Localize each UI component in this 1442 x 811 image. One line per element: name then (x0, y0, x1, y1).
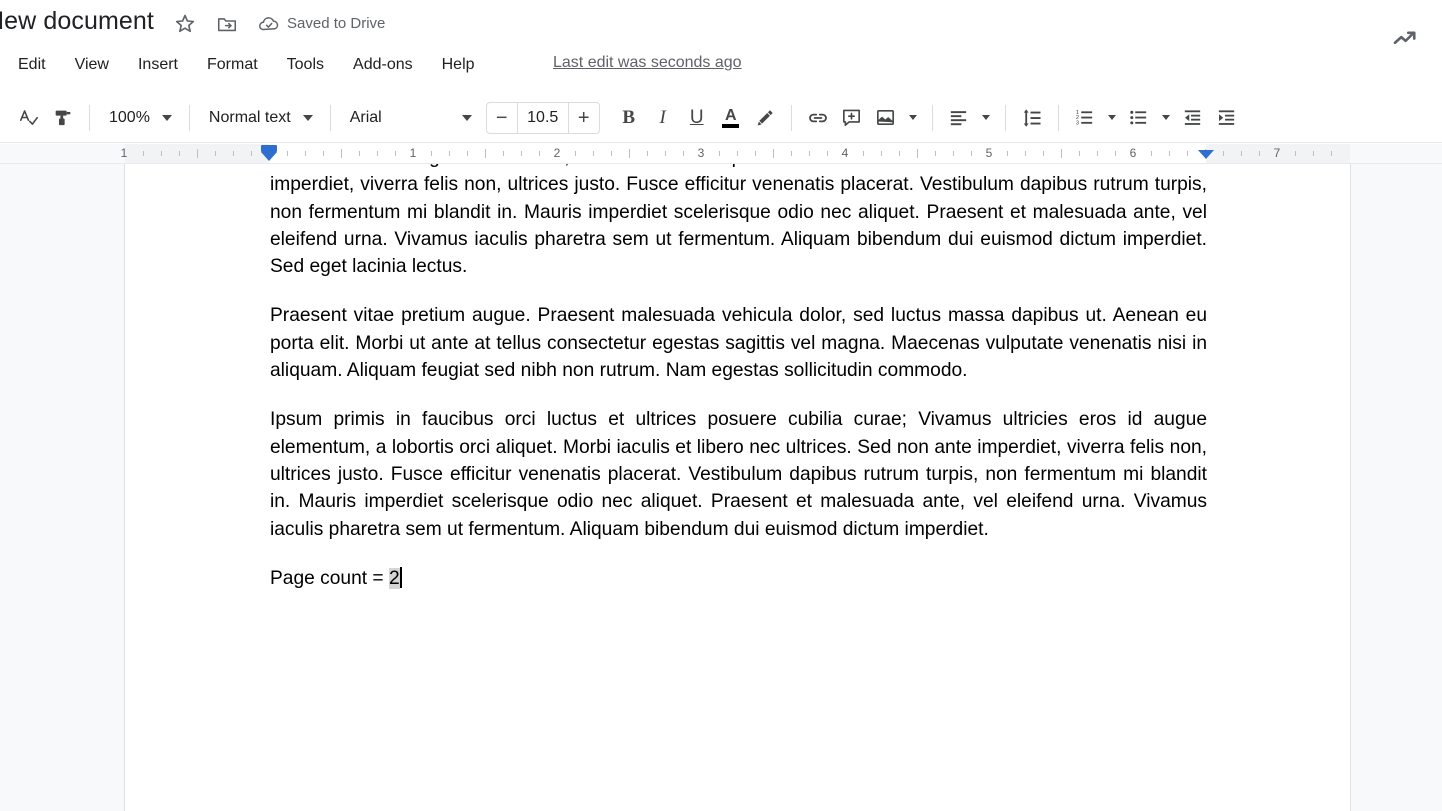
font-size-input[interactable]: 10.5 (516, 102, 569, 133)
font-size-stepper: − 10.5 + (485, 101, 600, 134)
align-dropdown[interactable] (976, 101, 996, 135)
right-indent-marker[interactable] (1198, 150, 1214, 159)
toolbar-divider-5 (931, 104, 933, 131)
chevron-down-icon (161, 114, 172, 121)
paragraph-1[interactable]: ultrices eros id augue elementum, a lobo… (270, 164, 1207, 280)
line-spacing-icon[interactable] (1015, 101, 1049, 135)
paragraph-style-value: Normal text (208, 108, 291, 126)
chevron-down-icon (1161, 115, 1170, 120)
star-icon[interactable] (172, 11, 198, 37)
text-color-letter: A (724, 106, 737, 124)
bold-button[interactable]: B (612, 101, 646, 135)
font-size-decrease-button[interactable]: − (487, 103, 517, 133)
align-icon[interactable] (942, 101, 976, 135)
toolbar-divider-3 (329, 104, 331, 131)
menu-item-help[interactable]: Help (434, 53, 483, 77)
menu-item-view[interactable]: View (67, 53, 117, 77)
ruler-number-5: 5 (985, 146, 993, 160)
page-count-value[interactable]: 2 (388, 567, 400, 589)
paragraph-2[interactable]: Praesent vitae pretium augue. Praesent m… (270, 302, 1207, 384)
zoom-dropdown[interactable]: 100% (99, 101, 180, 135)
page-count-label: Page count = (270, 567, 389, 589)
paint-format-icon[interactable] (46, 101, 80, 135)
paragraph-style-dropdown[interactable]: Normal text (199, 101, 321, 135)
cloud-saved-icon[interactable] (256, 11, 282, 37)
menu-item-insert[interactable]: Insert (130, 53, 186, 77)
move-to-folder-icon[interactable] (214, 11, 240, 37)
font-size-increase-button[interactable]: + (569, 103, 599, 133)
insert-link-icon[interactable] (801, 101, 835, 135)
formatting-toolbar: 100% Normal text Arial − 10.5 + B I U A (0, 93, 1442, 143)
italic-button[interactable]: I (646, 101, 680, 135)
text-color-button[interactable]: A (714, 101, 748, 135)
zoom-value: 100% (109, 108, 150, 126)
increase-indent-icon[interactable] (1210, 101, 1244, 135)
left-indent-bar (261, 145, 277, 152)
toolbar-divider-6 (1004, 104, 1006, 131)
left-indent-marker[interactable] (261, 145, 277, 162)
ruler[interactable]: 1 1 2 3 4 5 6 7 (0, 144, 1442, 164)
ruler-number-0: 1 (120, 146, 128, 160)
ruler-number-1: 1 (409, 146, 417, 160)
page-count-line[interactable]: Page count = 2 (270, 565, 1207, 592)
document-body[interactable]: ultrices eros id augue elementum, a lobo… (270, 164, 1207, 614)
menu-item-edit[interactable]: Edit (10, 53, 54, 77)
title-bar: New document Saved to Drive (0, 0, 1442, 46)
chevron-down-icon (981, 115, 990, 120)
left-indent-triangle (261, 152, 277, 161)
chevron-down-icon (302, 114, 313, 121)
menu-item-tools[interactable]: Tools (279, 53, 332, 77)
paragraph-3[interactable]: Ipsum primis in faucibus orci luctus et … (270, 406, 1207, 542)
document-page[interactable]: ultrices eros id augue elementum, a lobo… (125, 164, 1350, 811)
chevron-down-icon (908, 115, 917, 120)
menu-items: Edit View Insert Format Tools Add-ons He… (10, 46, 496, 84)
chevron-down-icon (461, 114, 472, 121)
last-edit-link[interactable]: Last edit was seconds ago (553, 54, 742, 72)
saved-status: Saved to Drive (287, 15, 386, 32)
bulleted-list-dropdown[interactable] (1156, 101, 1176, 135)
svg-text:3: 3 (1076, 120, 1079, 126)
underline-button[interactable]: U (680, 101, 714, 135)
ruler-number-3: 3 (697, 146, 705, 160)
font-family-dropdown[interactable]: Arial (340, 101, 480, 135)
font-family-value: Arial (349, 108, 382, 126)
bulleted-list-icon[interactable] (1122, 101, 1156, 135)
document-scroll-area[interactable]: ultrices eros id augue elementum, a lobo… (0, 164, 1442, 811)
ruler-number-6: 6 (1129, 146, 1137, 160)
menu-item-format[interactable]: Format (199, 53, 266, 77)
decrease-indent-icon[interactable] (1176, 101, 1210, 135)
insert-image-dropdown[interactable] (903, 101, 923, 135)
numbered-list-icon[interactable]: 1 2 3 (1068, 101, 1102, 135)
toolbar-divider-7 (1057, 104, 1059, 131)
highlight-color-icon[interactable] (748, 101, 782, 135)
ruler-number-7: 7 (1273, 146, 1281, 160)
ruler-number-4: 4 (841, 146, 849, 160)
menu-item-addons[interactable]: Add-ons (345, 53, 421, 77)
toolbar-divider-2 (188, 104, 190, 131)
insert-image-icon[interactable] (869, 101, 903, 135)
document-title[interactable]: New document (0, 7, 154, 36)
ruler-number-2: 2 (553, 146, 561, 160)
toolbar-divider-4 (790, 104, 792, 131)
spellcheck-icon[interactable] (12, 101, 46, 135)
text-cursor (399, 566, 402, 588)
toolbar-divider-1 (89, 104, 90, 131)
chevron-down-icon (1107, 115, 1116, 120)
text-color-swatch (722, 123, 740, 128)
add-comment-icon[interactable] (835, 101, 869, 135)
numbered-list-dropdown[interactable] (1102, 101, 1122, 135)
